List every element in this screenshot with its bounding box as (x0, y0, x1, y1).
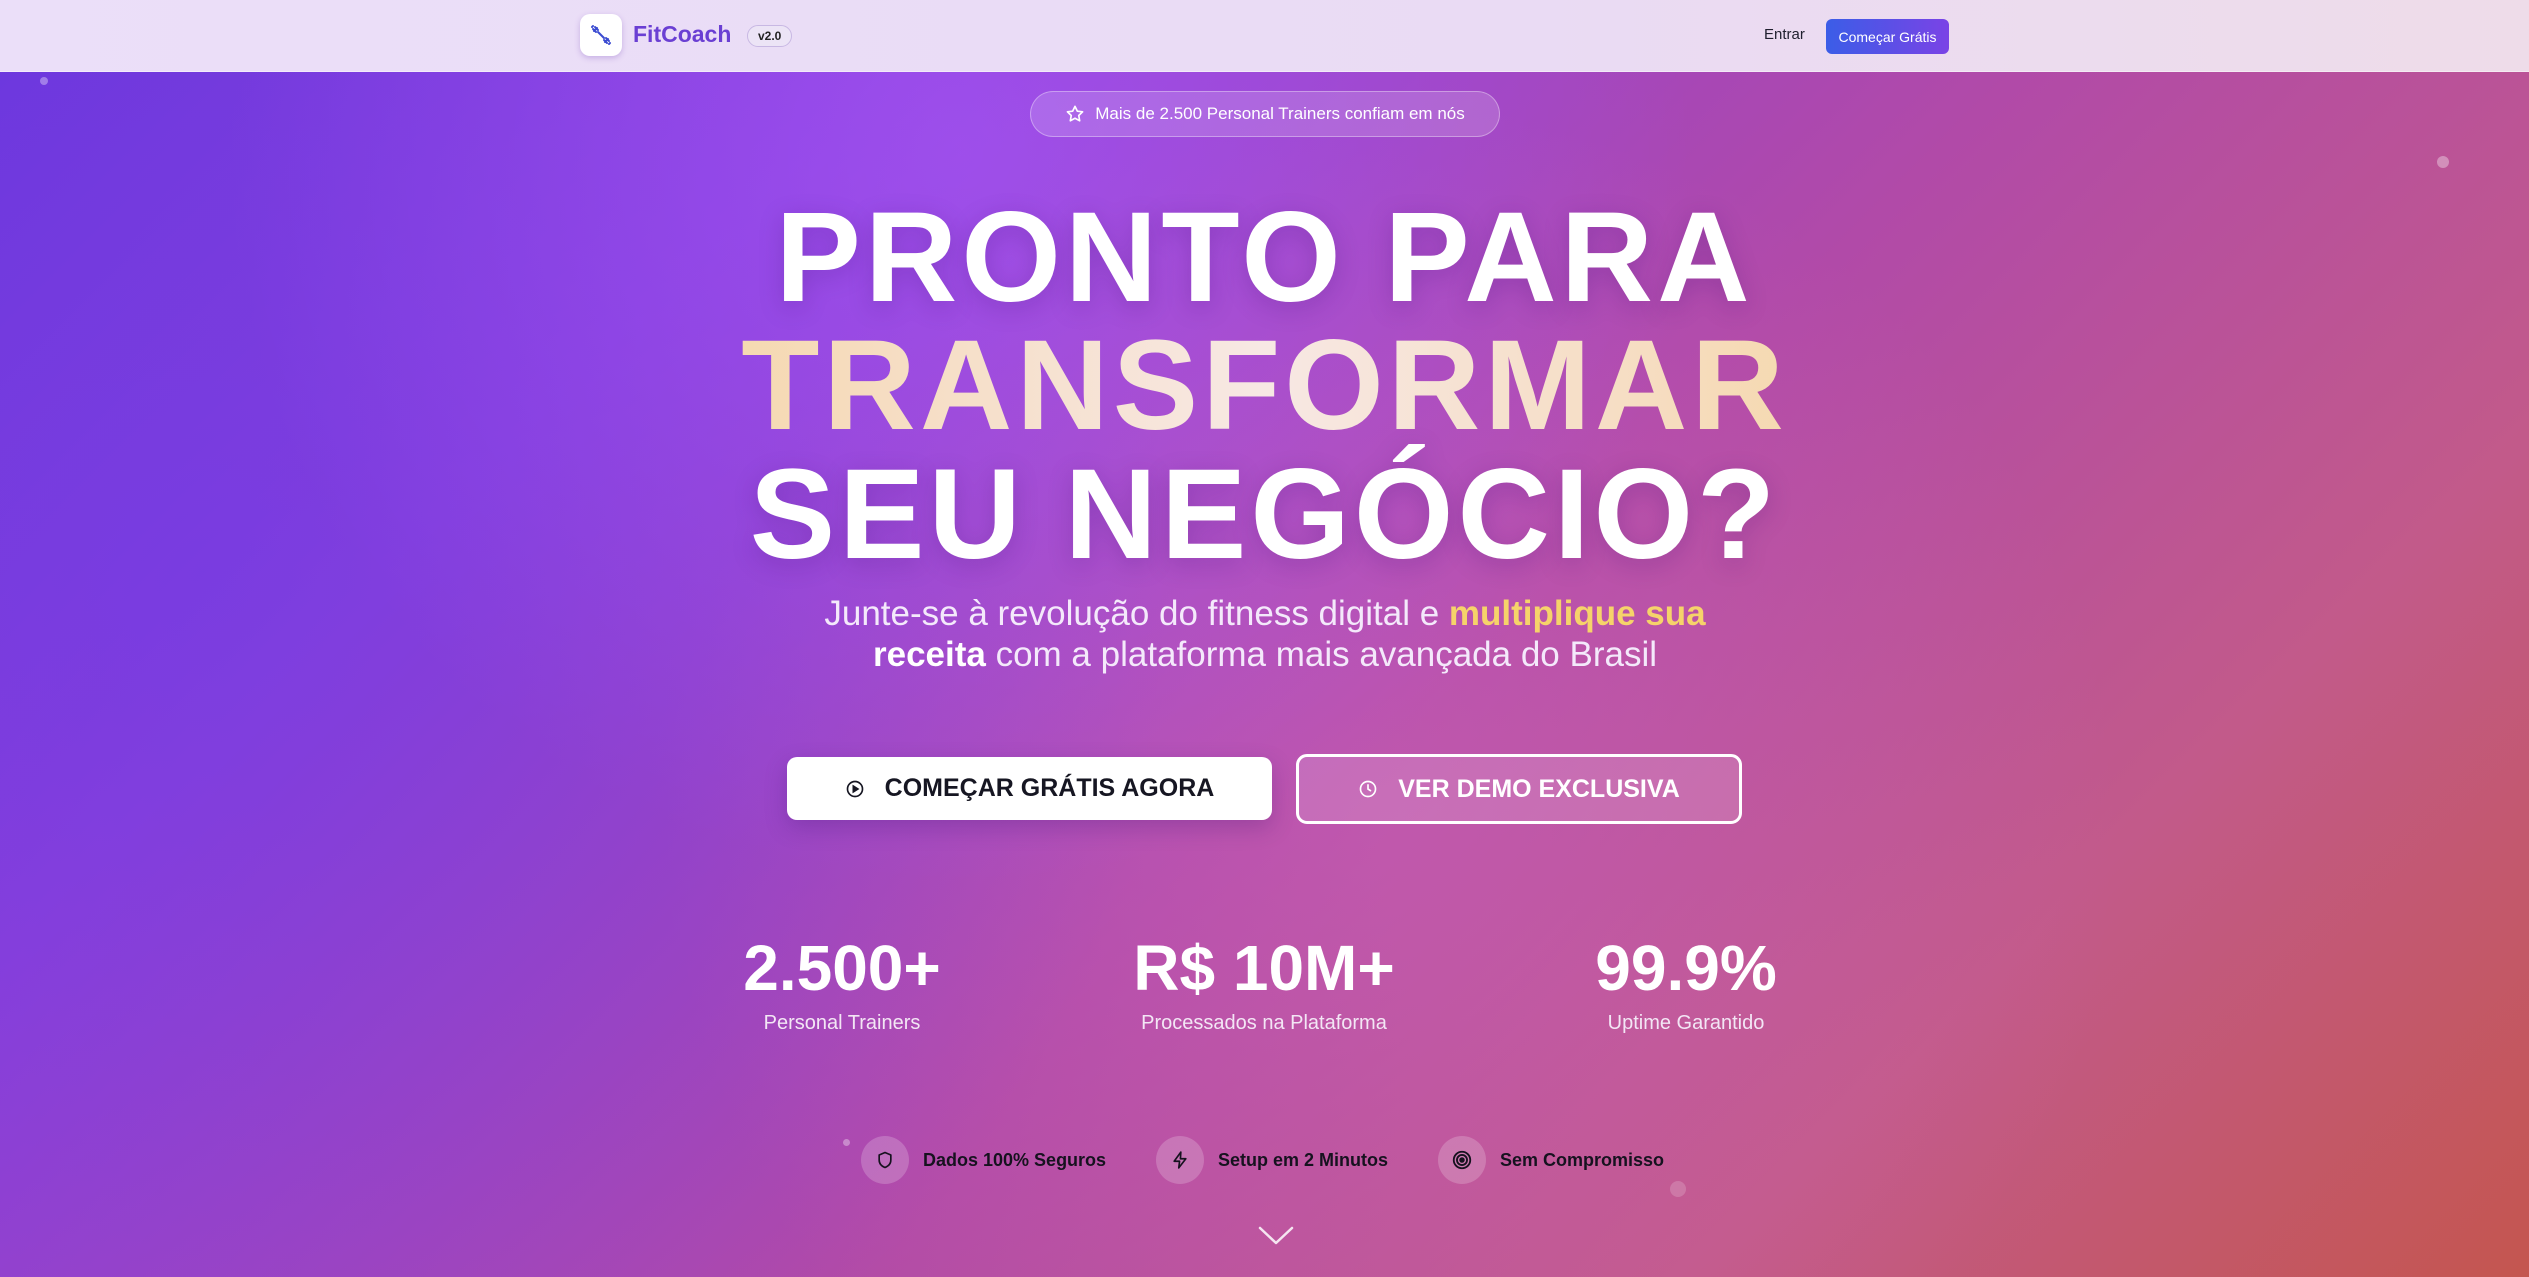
trust-badge-text: Mais de 2.500 Personal Trainers confiam … (1095, 104, 1465, 123)
decorative-dot (843, 1139, 850, 1146)
target-icon (1438, 1136, 1486, 1184)
headline-line-3: SEU NEGÓCIO? (749, 443, 1780, 586)
stat-label: Personal Trainers (763, 1012, 921, 1034)
start-free-label: COMEÇAR GRÁTIS AGORA (884, 774, 1215, 802)
header-signup-button[interactable]: Começar Grátis (1826, 19, 1949, 54)
demo-button[interactable]: VER DEMO EXCLUSIVA (1296, 754, 1742, 824)
brand-name[interactable]: FitCoach (633, 21, 731, 48)
stat-trainers: 2.500+ Personal Trainers (632, 934, 1052, 1035)
version-badge: v2.0 (747, 25, 793, 47)
stat-processed: R$ 10M+ Processados na Plataforma (1054, 934, 1474, 1035)
brand-logo[interactable] (580, 14, 622, 56)
demo-label: VER DEMO EXCLUSIVA (1398, 774, 1680, 803)
feature-label: Sem Compromisso (1500, 1149, 1665, 1170)
trust-badge: Mais de 2.500 Personal Trainers confiam … (1030, 91, 1500, 137)
decorative-dot (1670, 1181, 1686, 1197)
subtitle-text: Junte-se à revolução do fitness digital … (824, 594, 1449, 633)
feature-no-commitment: Sem Compromisso (1438, 1136, 1664, 1184)
scroll-down-chevron-icon[interactable] (1257, 1224, 1295, 1253)
stat-uptime: 99.9% Uptime Garantido (1476, 934, 1896, 1035)
stat-value: 99.9% (1595, 932, 1777, 1004)
star-icon (1066, 105, 1084, 122)
clock-icon (1359, 780, 1377, 798)
feature-label: Dados 100% Seguros (923, 1149, 1107, 1170)
lightning-icon (1156, 1136, 1204, 1184)
top-navbar: FitCoach v2.0 Entrar Começar Grátis (0, 0, 2529, 72)
headline-line-2: TRANSFORMAR (0, 322, 2529, 450)
subtitle-bold: receita (872, 635, 986, 674)
subtitle-highlight: multiplique sua (1448, 594, 1706, 633)
headline-line-1: PRONTO PARA (775, 186, 1754, 329)
start-free-button[interactable]: COMEÇAR GRÁTIS AGORA (787, 757, 1272, 820)
feature-setup: Setup em 2 Minutos (1156, 1136, 1388, 1184)
dumbbell-icon (591, 25, 611, 45)
decorative-dot (40, 77, 48, 85)
stat-label: Uptime Garantido (1607, 1012, 1765, 1034)
stat-value: 2.500+ (743, 932, 941, 1004)
feature-secure: Dados 100% Seguros (861, 1136, 1106, 1184)
stat-label: Processados na Plataforma (1141, 1012, 1387, 1034)
shield-icon (861, 1136, 909, 1184)
feature-label: Setup em 2 Minutos (1218, 1149, 1389, 1170)
login-link[interactable]: Entrar (1764, 26, 1805, 43)
subtitle-text-end: com a plataforma mais avançada do Brasil (985, 635, 1658, 674)
decorative-dot (2437, 156, 2449, 168)
play-circle-icon (846, 780, 864, 797)
hero-subtitle: Junte-se à revolução do fitness digital … (760, 593, 1770, 675)
stat-value: R$ 10M+ (1133, 932, 1395, 1004)
